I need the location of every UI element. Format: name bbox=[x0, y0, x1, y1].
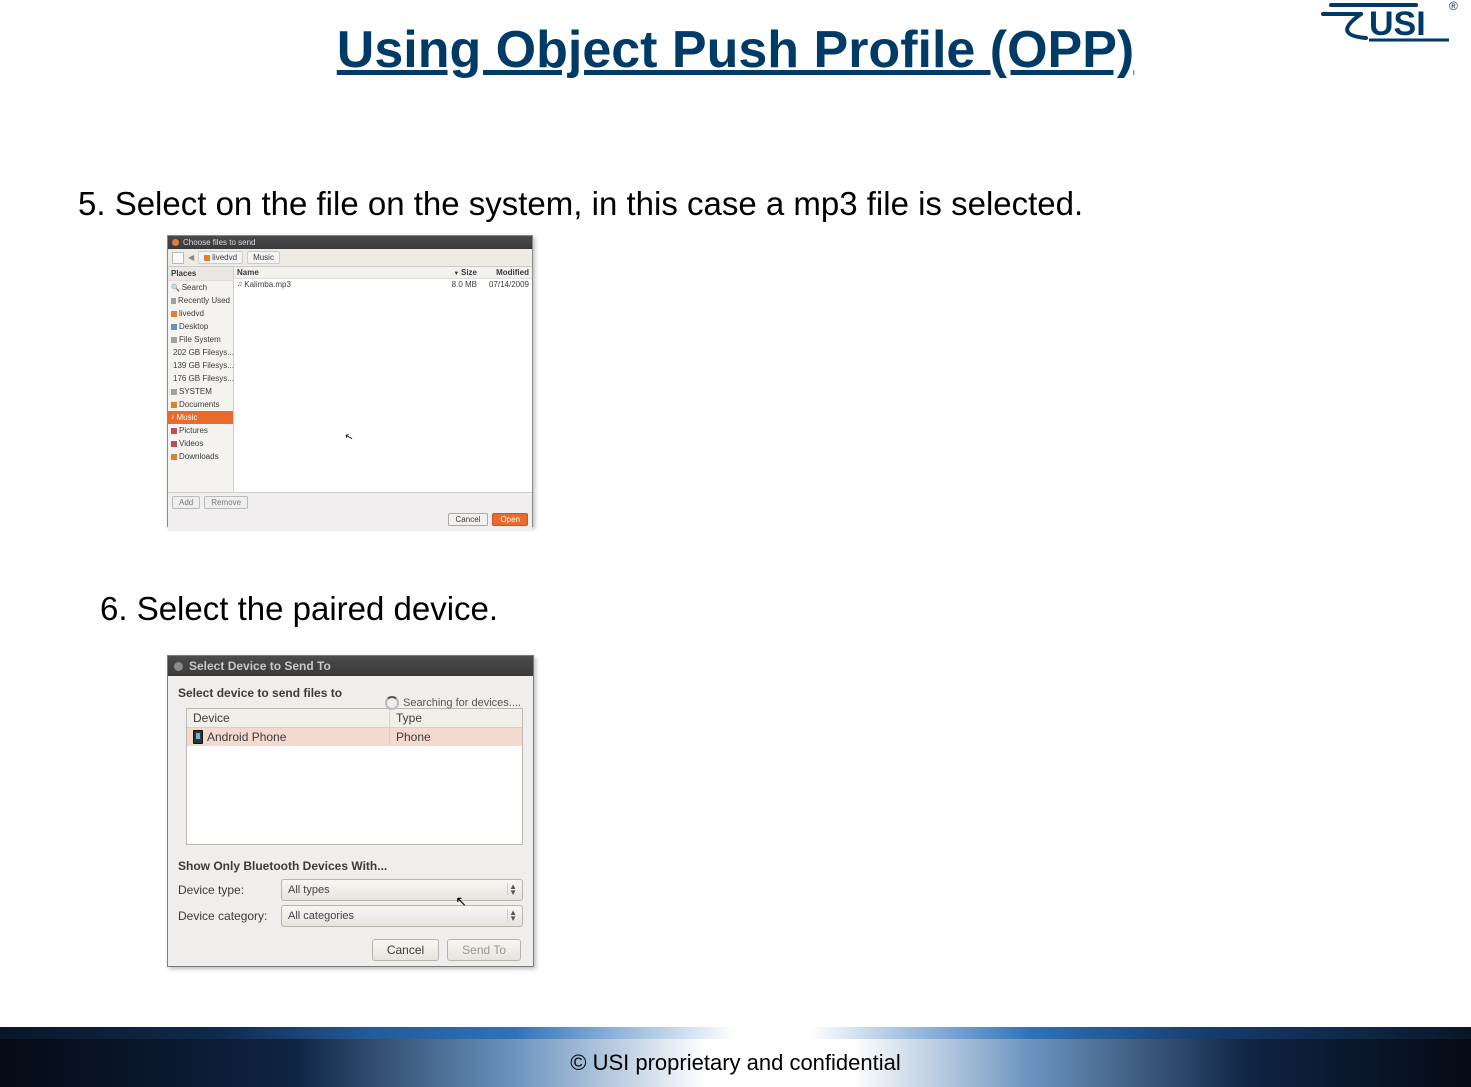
dialog2-title: Select Device to Send To bbox=[189, 659, 331, 673]
phone-icon bbox=[193, 730, 203, 744]
disk-icon bbox=[171, 337, 177, 343]
places-sidebar: Places 🔍Search Recently Used livedvd Des… bbox=[168, 267, 234, 492]
filter-header: Show Only Bluetooth Devices With... bbox=[168, 845, 533, 877]
spinner-icon bbox=[385, 696, 399, 710]
pictures-icon bbox=[171, 428, 177, 434]
file-modified: 07/14/2009 bbox=[477, 280, 529, 289]
sidebar-item-vol1[interactable]: 202 GB Filesys... bbox=[168, 346, 233, 359]
sidebar-item-desktop[interactable]: Desktop bbox=[168, 320, 233, 333]
videos-icon bbox=[171, 441, 177, 447]
dialog1-titlebar: Choose files to send bbox=[168, 236, 532, 249]
device-type: Phone bbox=[390, 728, 522, 746]
cancel-button[interactable]: Cancel bbox=[448, 513, 489, 526]
path-bar: ◀ livedvd Music bbox=[168, 249, 532, 267]
sidebar-item-home[interactable]: livedvd bbox=[168, 307, 233, 320]
usi-logo: USI ® bbox=[1321, 0, 1461, 60]
device-type-combo[interactable]: All types ▲▼ bbox=[281, 879, 523, 901]
label-device-category: Device category: bbox=[178, 909, 273, 923]
file-size: 8.0 MB bbox=[442, 280, 477, 289]
close-icon[interactable] bbox=[174, 662, 183, 671]
device-category-combo[interactable]: All categories ▲▼ bbox=[281, 905, 523, 927]
col-type[interactable]: Type bbox=[390, 709, 522, 727]
sidebar-item-music[interactable]: ♪Music bbox=[168, 411, 233, 424]
col-device[interactable]: Device bbox=[187, 709, 390, 727]
label-device-type: Device type: bbox=[178, 883, 273, 897]
home-icon bbox=[204, 255, 210, 261]
step-6-text: 6. Select the paired device. bbox=[100, 590, 498, 628]
searching-status: Searching for devices.... bbox=[385, 696, 521, 710]
sidebar-item-vol2[interactable]: 139 GB Filesys... bbox=[168, 359, 233, 372]
svg-text:®: ® bbox=[1449, 0, 1458, 13]
folder-icon bbox=[171, 402, 177, 408]
file-chooser-dialog: Choose files to send ◀ livedvd Music Pla… bbox=[167, 235, 533, 527]
chevron-updown-icon: ▲▼ bbox=[509, 910, 517, 922]
device-list: Device Type Android Phone Phone bbox=[186, 708, 523, 845]
pencil-icon[interactable] bbox=[172, 252, 184, 264]
recent-icon bbox=[171, 298, 176, 304]
close-icon[interactable] bbox=[172, 239, 179, 246]
sidebar-item-filesystem[interactable]: File System bbox=[168, 333, 233, 346]
col-modified[interactable]: Modified bbox=[477, 268, 529, 277]
footer-text: © USI proprietary and confidential bbox=[570, 1050, 901, 1076]
dialog1-title: Choose files to send bbox=[183, 238, 256, 247]
cursor-icon: ↖ bbox=[455, 893, 467, 910]
file-name: Kalimba.mp3 bbox=[244, 280, 291, 289]
send-to-button[interactable]: Send To bbox=[447, 939, 521, 961]
device-row[interactable]: Android Phone Phone bbox=[187, 728, 522, 746]
step-5-text: 5. Select on the file on the system, in … bbox=[78, 185, 1083, 223]
cancel-button[interactable]: Cancel bbox=[372, 939, 439, 961]
remove-button[interactable]: Remove bbox=[204, 496, 248, 509]
select-device-dialog: Select Device to Send To Select device t… bbox=[167, 655, 534, 967]
open-button[interactable]: Open bbox=[492, 513, 528, 526]
footer: © USI proprietary and confidential bbox=[0, 1027, 1471, 1087]
breadcrumb-music[interactable]: Music bbox=[247, 251, 280, 264]
home-icon bbox=[171, 311, 177, 317]
sidebar-item-search[interactable]: 🔍Search bbox=[168, 281, 233, 294]
page-title: Using Object Push Profile (OPP) bbox=[337, 20, 1134, 80]
disk-icon bbox=[171, 389, 177, 395]
dialog2-titlebar: Select Device to Send To bbox=[168, 656, 533, 676]
chevron-updown-icon: ▲▼ bbox=[509, 884, 517, 896]
file-list: Name ▼ Size Modified ♫Kalimba.mp3 8.0 MB… bbox=[234, 267, 532, 492]
col-name[interactable]: Name bbox=[237, 268, 442, 277]
folder-icon bbox=[171, 454, 177, 460]
sidebar-item-downloads[interactable]: Downloads bbox=[168, 450, 233, 463]
sidebar-item-system[interactable]: SYSTEM bbox=[168, 385, 233, 398]
sidebar-item-pictures[interactable]: Pictures bbox=[168, 424, 233, 437]
device-name: Android Phone bbox=[207, 730, 286, 744]
sidebar-item-vol3[interactable]: 176 GB Filesys... bbox=[168, 372, 233, 385]
sidebar-item-recent[interactable]: Recently Used bbox=[168, 294, 233, 307]
logo-text: USI bbox=[1369, 5, 1426, 43]
cursor-icon: ↖ bbox=[344, 431, 355, 444]
file-row[interactable]: ♫Kalimba.mp3 8.0 MB 07/14/2009 bbox=[234, 279, 532, 290]
breadcrumb-home[interactable]: livedvd bbox=[198, 251, 243, 264]
sidebar-item-documents[interactable]: Documents bbox=[168, 398, 233, 411]
desktop-icon bbox=[171, 324, 177, 330]
col-size[interactable]: ▼ Size bbox=[442, 268, 477, 277]
sidebar-item-videos[interactable]: Videos bbox=[168, 437, 233, 450]
places-header: Places bbox=[168, 267, 233, 281]
add-button[interactable]: Add bbox=[172, 496, 200, 509]
